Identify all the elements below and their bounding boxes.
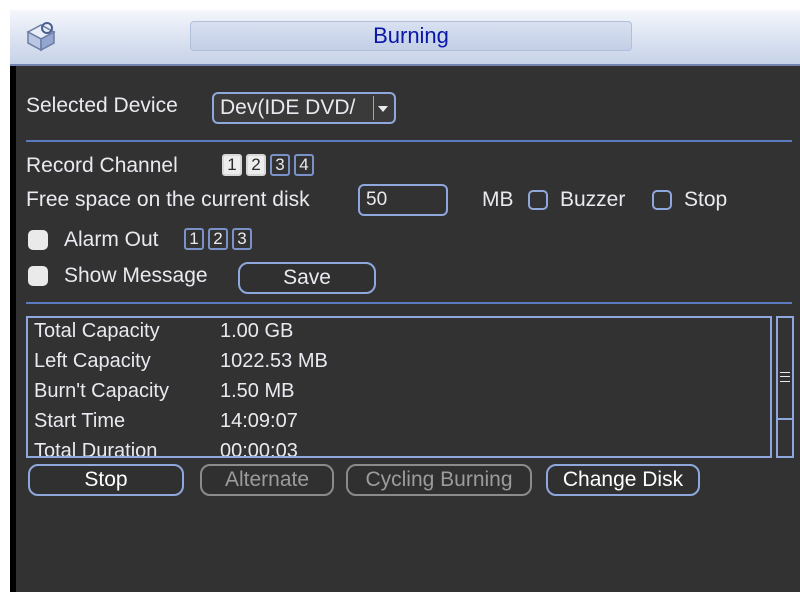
total-duration-label: Total Duration [34,440,158,458]
stop-label: Stop [684,188,728,211]
start-time-value: 14:09:07 [220,410,298,432]
selected-device-value: Dev(IDE DVD/ [220,96,356,119]
separator [26,302,792,304]
buzzer-label: Buzzer [560,188,626,211]
start-time-label: Start Time [34,410,126,432]
selected-device-dropdown[interactable]: Dev(IDE DVD/ [212,92,396,124]
show-message-checkbox[interactable] [28,266,48,286]
separator [26,140,792,142]
total-capacity-label: Total Capacity [34,320,160,342]
alarm-out-channel-2[interactable]: 2 [208,228,228,250]
stop-checkbox[interactable] [652,190,672,210]
window-title: Burning [190,21,632,51]
scrollbar-thumb[interactable] [778,324,792,420]
selected-device-label: Selected Device [26,94,178,117]
alternate-button[interactable]: Alternate [200,464,334,496]
total-capacity-value: 1.00 GB [220,320,294,342]
free-space-input[interactable]: 50 [358,184,448,216]
total-duration-value: 00:00:03 [220,440,298,458]
left-capacity-value: 1022.53 MB [220,350,328,372]
record-channel-1[interactable]: 1 [222,154,242,176]
free-space-value: 50 [366,189,388,210]
alarm-out-channel-1[interactable]: 1 [184,228,204,250]
show-message-label: Show Message [64,264,208,287]
buzzer-checkbox[interactable] [528,190,548,210]
alarm-out-channel-3[interactable]: 3 [232,228,252,250]
record-channel-label: Record Channel [26,154,178,177]
burnt-capacity-value: 1.50 MB [220,380,295,402]
record-channel-4[interactable]: 4 [294,154,314,176]
burning-panel: Selected Device Dev(IDE DVD/ Record Chan… [16,66,800,592]
left-capacity-label: Left Capacity [34,350,151,372]
chevron-down-icon[interactable] [373,96,392,120]
alarm-out-label: Alarm Out [64,228,159,251]
free-space-unit: MB [482,188,514,211]
stop-button[interactable]: Stop [28,464,184,496]
burnt-capacity-label: Burn't Capacity [34,380,169,402]
burning-window: Burning Selected Device Dev(IDE DVD/ Rec… [10,10,800,592]
cycling-burning-button[interactable]: Cycling Burning [346,464,532,496]
save-button[interactable]: Save [238,262,376,294]
alarm-out-checkbox[interactable] [28,230,48,250]
burn-info-list: Total Capacity 1.00 GB Left Capacity 102… [26,316,772,458]
record-channel-3[interactable]: 3 [270,154,290,176]
change-disk-button[interactable]: Change Disk [546,464,700,496]
info-scrollbar[interactable] [776,316,794,458]
free-space-label: Free space on the current disk [26,188,310,211]
record-channel-2[interactable]: 2 [246,154,266,176]
title-bar: Burning [10,10,800,66]
settings-cube-icon [26,22,56,52]
grip-icon [780,372,790,382]
